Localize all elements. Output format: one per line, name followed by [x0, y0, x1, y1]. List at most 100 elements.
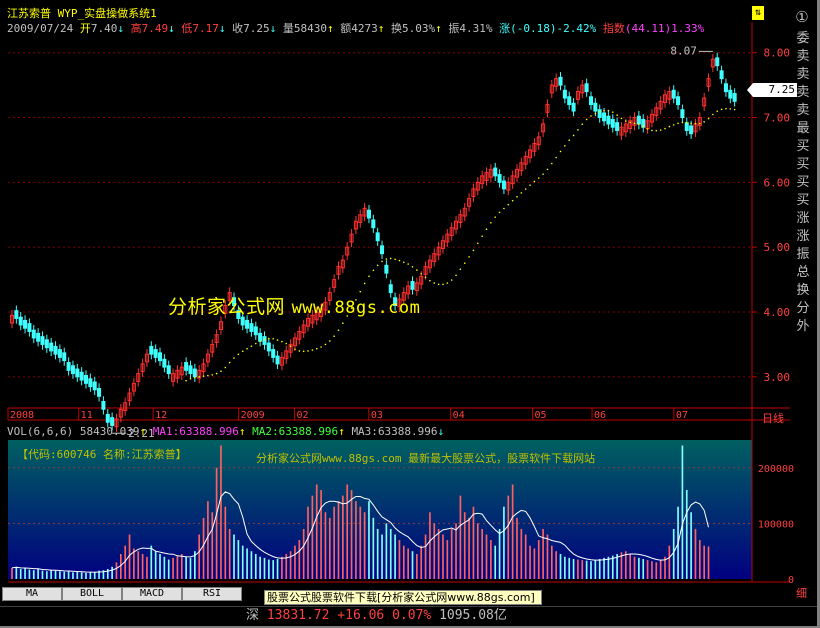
volume-tick-label: 200000 — [758, 464, 794, 475]
candle-body — [602, 112, 607, 122]
quote-date: 2009/07/24 — [7, 22, 74, 35]
ma-dot — [611, 111, 614, 113]
ma-dot — [241, 350, 244, 353]
ma-dot — [207, 374, 209, 377]
ma-dot — [342, 322, 344, 325]
side-menu-item[interactable]: 买 — [793, 138, 813, 156]
candle-body — [49, 342, 54, 352]
volume-header: VOL(6,6,6) 58430.039↑ MA1:63388.996↑ MA2… — [7, 425, 445, 438]
price-tick-label: 4.00 — [764, 306, 791, 319]
candle-body — [66, 362, 71, 371]
tab-rsi[interactable]: RSI — [182, 587, 242, 601]
ma-dot — [477, 242, 479, 245]
quote-line: 2009/07/24 开7.40↓ 高7.49↓ 低7.17↓ 收7.25↓ 量… — [7, 22, 705, 35]
side-menu-item[interactable]: 振 — [793, 246, 813, 264]
ma-dot — [603, 109, 605, 112]
candle-body — [249, 323, 254, 332]
side-menu-item[interactable]: 总 — [793, 264, 813, 282]
ma-dot — [551, 162, 553, 165]
ma-dot — [633, 122, 636, 125]
side-menu-item[interactable]: 分 — [793, 300, 813, 318]
corner-label[interactable]: 细 — [796, 585, 807, 601]
period-label[interactable]: 日线 — [762, 410, 784, 426]
vol-ma1: 63388.996 — [179, 425, 239, 438]
ma-dot — [651, 129, 653, 132]
tab-macd[interactable]: MACD — [122, 587, 182, 601]
ma-dot — [420, 272, 423, 275]
status-index: 13831.72 — [266, 608, 330, 623]
ma-dot — [424, 276, 427, 279]
time-tick-label: 07 — [676, 410, 688, 421]
side-menu-item[interactable]: 涨 — [793, 228, 813, 246]
ma-dot — [402, 261, 405, 264]
ma-dot — [272, 337, 274, 340]
candle-body — [36, 332, 41, 342]
tab-boll[interactable]: BOLL — [62, 587, 122, 601]
ma-dot — [233, 357, 235, 359]
candle-body — [371, 219, 376, 229]
candle-body — [562, 89, 567, 99]
ma-dot — [263, 338, 266, 341]
candle-body — [380, 245, 385, 255]
candle-body — [153, 349, 158, 358]
quote-close: 7.25 — [243, 22, 270, 35]
candle-body — [266, 342, 271, 352]
candle-body — [497, 174, 502, 183]
side-menu-item[interactable]: 买 — [793, 156, 813, 174]
side-menu-item[interactable]: 卖 — [793, 48, 813, 66]
ma-dot — [668, 125, 671, 128]
promo-bar[interactable]: 股票公式股票软件下载[分析家公式网www.88gs.com] — [264, 590, 542, 605]
ma-dot — [224, 366, 227, 369]
time-tick-label: 11 — [81, 410, 93, 421]
side-menu-item[interactable]: 最 — [793, 120, 813, 138]
ma-dot — [198, 376, 200, 378]
ma-dot — [294, 348, 296, 350]
side-menu-item[interactable]: 换 — [793, 282, 813, 300]
ma-dot — [472, 249, 475, 252]
time-tick-label: 03 — [371, 410, 383, 421]
side-menu-item[interactable]: 卖 — [793, 84, 813, 102]
ma-dot — [598, 110, 601, 113]
status-change: +16.06 — [337, 608, 385, 623]
side-menu-item[interactable]: 买 — [793, 174, 813, 192]
ma-dot — [490, 221, 492, 224]
ma-dot — [302, 350, 305, 353]
ma-dot — [712, 113, 714, 116]
ma-dot — [699, 122, 701, 125]
side-menu-item[interactable]: 涨 — [793, 210, 813, 228]
ma-dot — [307, 350, 309, 352]
ma-dot — [202, 375, 205, 377]
candle-body — [732, 93, 737, 102]
tab-ma[interactable]: MA — [2, 587, 62, 601]
candle-body — [101, 400, 106, 410]
ma-dot — [298, 350, 301, 352]
info-circle-icon[interactable]: ① — [790, 8, 814, 28]
ma-dot — [607, 109, 610, 112]
candle-body — [588, 96, 594, 106]
ma-dot — [555, 156, 557, 159]
ma-dot — [411, 266, 414, 268]
ma-dot — [703, 121, 705, 123]
vol-ma3: 63388.996 — [377, 425, 438, 438]
ma-dot — [498, 211, 501, 214]
quote-open: 7.40 — [90, 22, 118, 35]
max-label: 8.07 — [670, 44, 697, 57]
side-menu-item[interactable]: 委 — [793, 30, 813, 48]
candle-body — [92, 381, 97, 391]
side-menu-item[interactable]: 外 — [793, 318, 813, 336]
ma-dot — [276, 339, 279, 341]
candle-body — [501, 180, 506, 190]
ma-dot — [690, 122, 692, 125]
ma-dot — [189, 377, 192, 380]
ma-dot — [542, 173, 544, 175]
nav-arrows-icon[interactable]: ⇅ — [752, 6, 764, 20]
ma-dot — [446, 282, 449, 284]
side-menu-item[interactable]: 买 — [793, 192, 813, 210]
side-menu-item[interactable]: 卖 — [793, 66, 813, 84]
candle-body — [593, 102, 598, 112]
ma-dot — [211, 374, 214, 376]
side-menu-item[interactable]: 卖 — [793, 102, 813, 120]
ma-dot — [685, 121, 688, 124]
ma-dot — [259, 340, 261, 342]
candle-body — [18, 316, 23, 326]
